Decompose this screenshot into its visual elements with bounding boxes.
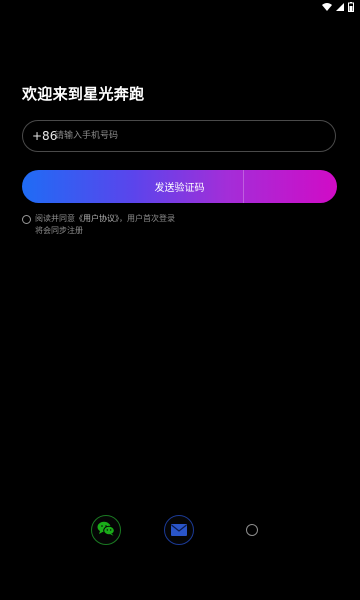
- agreement-text: 阅读并同意《用户协议》，用户首次登录 将会同步注册: [35, 213, 215, 237]
- phone-field[interactable]: +86: [22, 120, 336, 152]
- page-title: 欢迎来到星光奔跑: [22, 85, 145, 103]
- agreement-radio[interactable]: [22, 215, 31, 224]
- wechat-login-button[interactable]: [91, 515, 121, 545]
- send-code-button[interactable]: 发送验证码: [22, 170, 337, 203]
- mail-login-button[interactable]: [164, 515, 194, 545]
- status-icons: [322, 2, 354, 12]
- agreement-line-1: 阅读并同意《用户协议》，用户首次登录: [35, 213, 215, 225]
- signal-icon: [336, 3, 344, 11]
- user-agreement-link[interactable]: 《用户协议》: [75, 214, 119, 223]
- wechat-icon: [97, 521, 115, 540]
- button-divider: [243, 170, 244, 203]
- agreement-suffix: ，用户首次登录: [119, 214, 175, 223]
- phone-input[interactable]: [55, 125, 315, 147]
- status-bar: [0, 0, 360, 14]
- agreement-prefix: 阅读并同意: [35, 214, 75, 223]
- country-code[interactable]: +86: [32, 129, 57, 143]
- send-code-label: 发送验证码: [154, 183, 205, 194]
- wifi-icon: [322, 3, 332, 11]
- mail-icon: [171, 521, 187, 540]
- battery-icon: [348, 2, 354, 12]
- agreement-line-2: 将会同步注册: [35, 226, 83, 235]
- more-icon[interactable]: [246, 524, 258, 536]
